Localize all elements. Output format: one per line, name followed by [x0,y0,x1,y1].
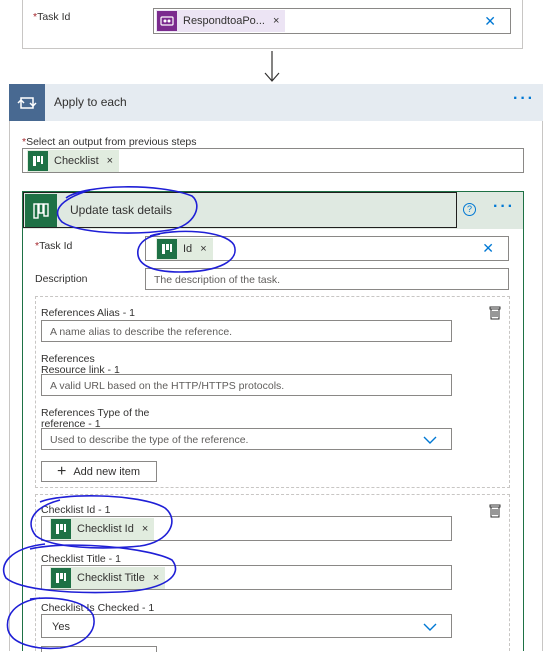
update-task-id-field[interactable]: Id × ✕ [145,236,509,261]
planner-icon [51,568,71,588]
update-task-id-label: *Task Id [35,240,73,252]
chevron-down-icon [423,623,437,631]
checklist-checked-value: Yes [52,621,70,633]
forms-icon [157,11,177,31]
ref-resource-label: References Resource link - 1 [41,353,120,376]
help-icon-glyph: ? [466,204,472,214]
checklist-checked-dropdown[interactable]: Yes [41,614,452,638]
respond-token-remove[interactable]: × [273,15,279,27]
checklist-title-field[interactable]: Checklist Title × [41,565,452,590]
id-token-label: Id [183,243,193,255]
checklist-id-token[interactable]: Checklist Id × [50,518,155,540]
checklist-title-token-remove[interactable]: × [153,572,159,584]
ref-type-dropdown[interactable]: Used to describe the type of the referen… [41,428,452,450]
planner-header-icon [33,202,49,219]
checklist-checked-label: Checklist Is Checked - 1 [41,602,155,614]
apply-to-each-title: Apply to each [54,95,127,109]
select-output-label: *Select an output from previous steps [22,136,197,148]
flow-arrow [263,50,281,87]
top-action-card: *Task Id RespondtoaPo... × ✕ [22,0,523,49]
ref-alias-placeholder: A name alias to describe the reference. [50,326,233,338]
checklist-id-field[interactable]: Checklist Id × [41,516,452,541]
ref-alias-field[interactable]: A name alias to describe the reference. [41,320,452,342]
ref-resource-placeholder: A valid URL based on the HTTP/HTTPS prot… [50,380,285,392]
checklist-id-label: Checklist Id - 1 [41,504,111,516]
checklist-title-token[interactable]: Checklist Title × [50,567,166,589]
ref-alias-label: References Alias - 1 [41,307,135,319]
checklist-title-token-label: Checklist Title [77,572,145,584]
add-new-item-label: Add new item [73,465,140,478]
apply-to-each-header[interactable]: Apply to each ··· [9,84,543,121]
ref-type-label: References Type of the reference - 1 [41,407,150,430]
update-task-header[interactable]: Update task details ? ··· [23,192,523,229]
planner-header-icon-box [25,194,57,227]
respond-token[interactable]: RespondtoaPo... × [156,10,286,32]
references-delete-icon[interactable] [488,306,502,323]
next-button-edge [41,646,157,652]
apply-to-each-more-icon[interactable]: ··· [513,90,535,108]
checklist-delete-icon[interactable] [488,504,502,521]
checklist-id-token-remove[interactable]: × [142,523,148,535]
task-id-field[interactable]: RespondtoaPo... × ✕ [153,8,511,34]
checklist-title-label: Checklist Title - 1 [41,553,121,565]
id-token[interactable]: Id × [156,238,213,260]
id-token-remove[interactable]: × [200,243,206,255]
select-output-field[interactable]: Checklist × [22,148,524,173]
plus-icon: + [57,462,67,480]
task-id-label: *Task Id [33,11,71,23]
ref-type-placeholder: Used to describe the type of the referen… [50,434,249,446]
planner-icon [157,239,177,259]
planner-icon [51,519,71,539]
loop-icon [17,96,37,109]
clear-icon[interactable]: ✕ [484,13,496,30]
update-task-more-icon[interactable]: ··· [493,198,515,216]
update-task-clear-icon[interactable]: ✕ [482,240,494,257]
ref-resource-field[interactable]: A valid URL based on the HTTP/HTTPS prot… [41,374,452,396]
checklist-id-token-label: Checklist Id [77,523,134,535]
update-task-title: Update task details [70,203,173,217]
chevron-down-icon [423,436,437,444]
respond-token-label: RespondtoaPo... [183,15,265,27]
checklist-token-label: Checklist [54,155,99,167]
add-new-item-button[interactable]: + Add new item [41,461,157,482]
planner-icon [28,151,48,171]
description-placeholder: The description of the task. [154,274,281,286]
loop-icon-box [9,84,45,121]
description-label: Description [35,273,88,285]
checklist-token[interactable]: Checklist × [27,150,120,172]
checklist-token-remove[interactable]: × [107,155,113,167]
help-icon[interactable]: ? [463,203,476,216]
description-field[interactable]: The description of the task. [145,268,509,290]
